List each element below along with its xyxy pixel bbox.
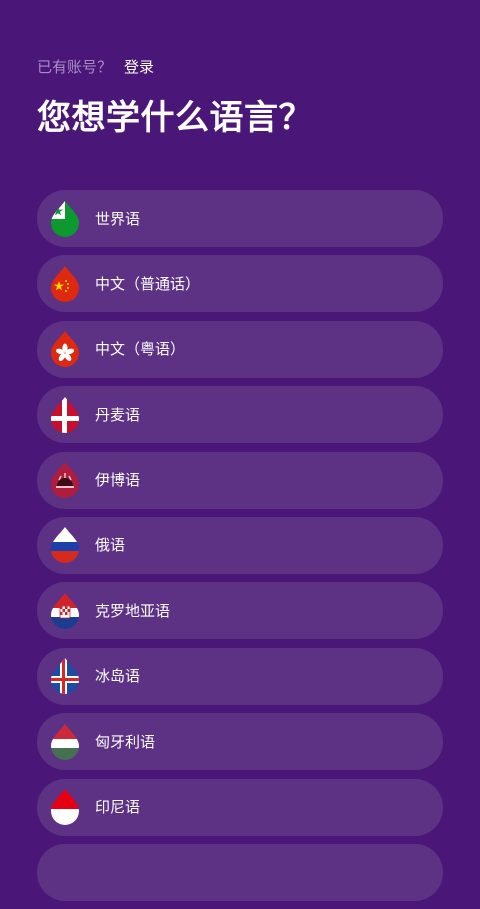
page-title: 您想学什么语言？	[37, 98, 313, 138]
login-prompt: 已有账号？	[37, 58, 113, 76]
language-label: 丹麦语	[95, 405, 141, 424]
language-item-esperanto[interactable]: 世界语	[37, 190, 443, 247]
igbo-flag-icon	[51, 462, 79, 499]
language-label: 匈牙利语	[95, 732, 156, 751]
iceland-flag-icon	[51, 658, 79, 695]
language-label: 冰岛语	[95, 667, 141, 686]
hungary-flag-icon	[51, 723, 79, 760]
croatia-flag-icon	[51, 592, 79, 629]
indonesia-flag-icon	[51, 789, 79, 826]
language-item-mandarin[interactable]: 中文（普通话）	[37, 255, 443, 313]
russia-flag-icon	[51, 527, 79, 564]
login-row: 已有账号？ 登录	[37, 57, 154, 77]
china-flag-icon	[51, 265, 79, 302]
language-item-igbo[interactable]: 伊博语	[37, 451, 443, 509]
language-item-indonesian[interactable]: 印尼语	[37, 778, 443, 836]
language-item-hungarian[interactable]: 匈牙利语	[37, 713, 443, 771]
language-label: 中文（粤语）	[95, 340, 186, 359]
language-label: 印尼语	[95, 798, 141, 817]
language-label: 中文（普通话）	[95, 274, 201, 293]
language-label: 克罗地亚语	[95, 601, 171, 620]
language-label: 俄语	[95, 536, 126, 555]
language-item-cantonese[interactable]: 中文（粤语）	[37, 320, 443, 378]
language-item-danish[interactable]: 丹麦语	[37, 386, 443, 444]
login-link[interactable]: 登录	[124, 57, 154, 77]
language-label: 伊博语	[95, 471, 141, 490]
language-item-croatian[interactable]: 克罗地亚语	[37, 582, 443, 640]
language-item-russian[interactable]: 俄语	[37, 516, 443, 574]
language-item-icelandic[interactable]: 冰岛语	[37, 647, 443, 705]
denmark-flag-icon	[51, 396, 79, 433]
language-list: 世界语 中文（普通话） 中文（粤语） 丹麦语 伊博语 俄语 克罗地亚语 冰岛语 …	[37, 190, 443, 909]
hong-kong-flag-icon	[51, 331, 79, 368]
language-item-partial[interactable]	[37, 843, 443, 901]
esperanto-flag-icon	[51, 200, 79, 237]
language-label: 世界语	[95, 209, 141, 228]
